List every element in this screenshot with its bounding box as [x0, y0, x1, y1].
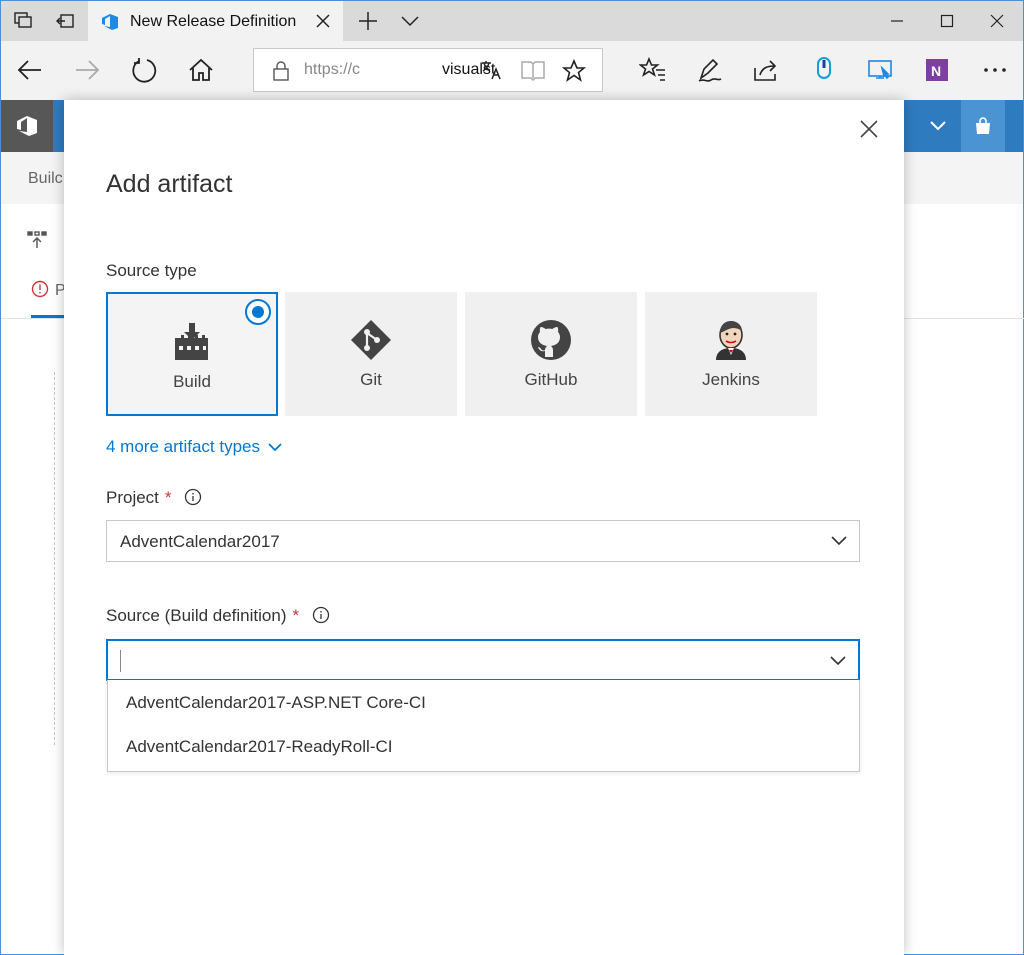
favorites-hub-icon[interactable]: [638, 55, 668, 85]
close-dialog-icon[interactable]: [857, 117, 881, 141]
tab-manager-icon[interactable]: [11, 9, 35, 33]
subheader-label[interactable]: Builc: [28, 170, 63, 188]
header-chevron-icon[interactable]: [929, 119, 947, 133]
marketplace-button[interactable]: [961, 100, 1005, 152]
refresh-icon[interactable]: [129, 55, 159, 85]
selected-radio-icon: [245, 299, 271, 325]
source-type-github-label: GitHub: [524, 370, 578, 389]
tab-preview-chevron-icon[interactable]: [398, 9, 422, 33]
pipeline-tab[interactable]: P: [31, 280, 66, 300]
more-artifact-types-link[interactable]: 4 more artifact types: [106, 437, 282, 457]
source-definition-dropdown: AdventCalendar2017-ASP.NET Core-CI Adven…: [107, 680, 860, 772]
translate-icon[interactable]: [480, 59, 502, 81]
mouse-extension-icon[interactable]: [809, 55, 839, 85]
home-icon[interactable]: [186, 55, 216, 85]
add-artifact-dialog: Add artifact Source type Build Git GitHu…: [64, 100, 904, 955]
source-definition-label-text: Source (Build definition): [106, 606, 287, 625]
source-type-git-label: Git: [360, 370, 382, 389]
info-icon[interactable]: [312, 606, 330, 624]
web-capture-icon[interactable]: [865, 55, 895, 85]
svg-text:N: N: [931, 63, 941, 79]
back-icon[interactable]: [15, 55, 45, 85]
url-scheme: https://c: [304, 61, 361, 78]
git-icon: [349, 318, 393, 362]
info-icon[interactable]: [184, 488, 202, 506]
project-select[interactable]: AdventCalendar2017: [106, 520, 860, 562]
dropdown-option[interactable]: AdventCalendar2017-ReadyRoll-CI: [126, 737, 392, 757]
browser-tabstrip: New Release Definition: [0, 0, 1024, 42]
vsts-logo-icon[interactable]: [1, 100, 53, 152]
shopping-bag-icon: [976, 117, 990, 134]
text-caret: [120, 650, 121, 672]
pipeline-icon[interactable]: [27, 230, 47, 250]
source-type-github[interactable]: GitHub: [465, 292, 637, 416]
source-type-jenkins-label: Jenkins: [702, 370, 760, 389]
onenote-icon[interactable]: N: [922, 55, 952, 85]
dropdown-option[interactable]: AdventCalendar2017-ASP.NET Core-CI: [126, 693, 426, 713]
more-artifact-types-label: 4 more artifact types: [106, 437, 261, 456]
source-type-label: Source type: [106, 261, 197, 280]
lock-icon: [273, 61, 289, 81]
new-tab-icon[interactable]: [356, 9, 380, 33]
chevron-down-icon: [831, 536, 847, 546]
active-tab[interactable]: New Release Definition: [88, 1, 343, 42]
source-type-jenkins[interactable]: Jenkins: [645, 292, 817, 416]
vsts-favicon-icon: [102, 13, 118, 30]
project-label: Project *: [106, 488, 202, 508]
tab-title: New Release Definition: [130, 12, 297, 30]
required-asterisk: *: [292, 606, 300, 625]
dialog-title: Add artifact: [106, 170, 233, 198]
share-icon[interactable]: [751, 55, 781, 85]
forward-icon[interactable]: [72, 55, 102, 85]
maximize-icon[interactable]: [933, 7, 961, 35]
more-menu-icon[interactable]: [980, 55, 1010, 85]
favorite-star-icon[interactable]: [562, 59, 586, 83]
project-select-value: AdventCalendar2017: [120, 532, 280, 551]
jenkins-icon: [709, 318, 753, 362]
address-bar[interactable]: https://c visualst: [253, 48, 603, 92]
set-aside-tabs-icon[interactable]: [53, 9, 77, 33]
source-type-build-label: Build: [173, 372, 211, 391]
build-icon: [170, 320, 214, 364]
chevron-down-icon[interactable]: [830, 654, 846, 666]
source-definition-combobox[interactable]: [106, 639, 860, 681]
required-asterisk: *: [164, 488, 172, 507]
minimize-icon[interactable]: [883, 7, 911, 35]
github-icon: [529, 318, 573, 362]
browser-navbar: https://c visualst N: [0, 41, 1024, 100]
chevron-down-icon: [268, 443, 282, 452]
warning-circle-icon: [31, 280, 49, 298]
reading-view-icon[interactable]: [520, 59, 546, 81]
source-type-git[interactable]: Git: [285, 292, 457, 416]
project-label-text: Project: [106, 488, 159, 507]
window-close-icon[interactable]: [983, 7, 1011, 35]
close-tab-icon[interactable]: [313, 11, 333, 31]
source-type-build[interactable]: Build: [106, 292, 278, 416]
pen-notes-icon[interactable]: [695, 55, 725, 85]
source-definition-label: Source (Build definition) *: [106, 606, 330, 626]
